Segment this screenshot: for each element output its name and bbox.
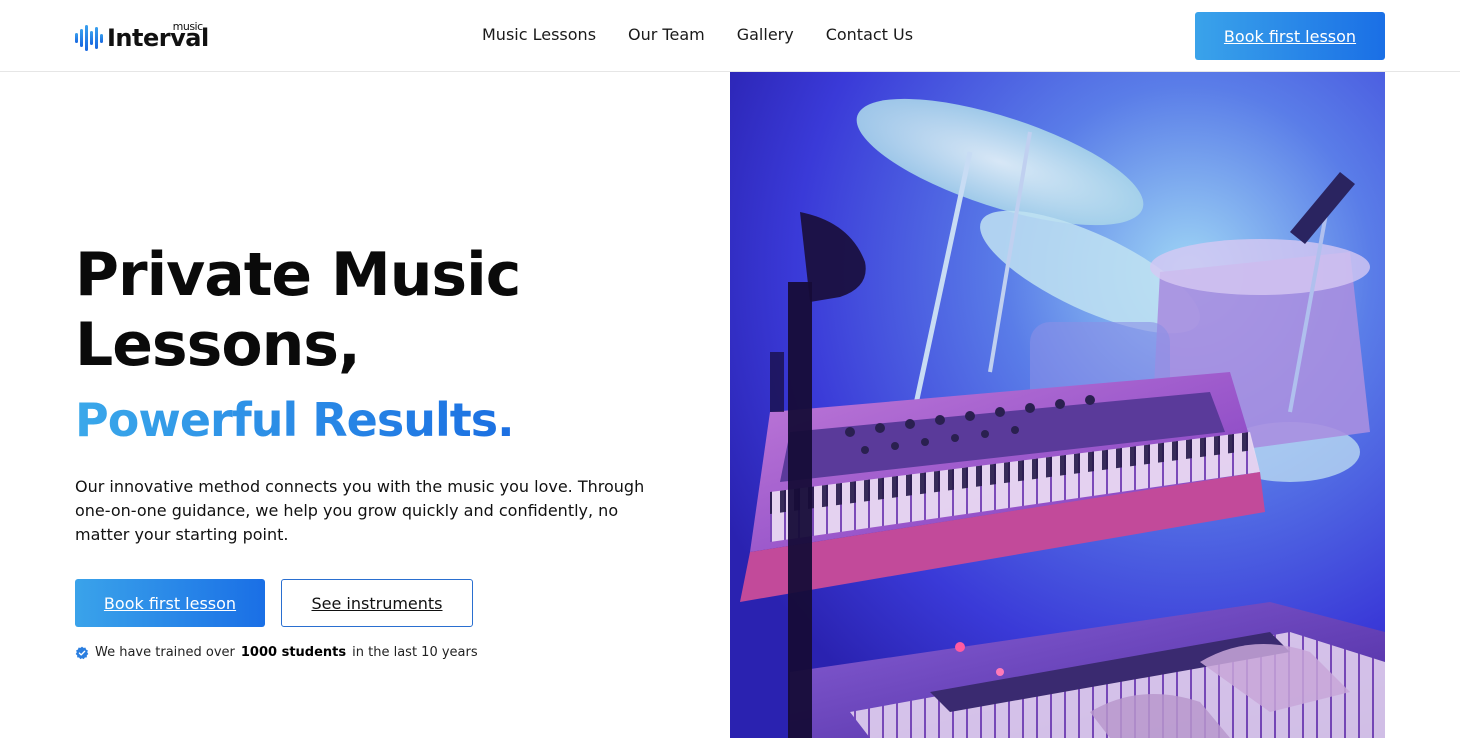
site-header: Interval music Music Lessons Our Team Ga…	[0, 0, 1460, 72]
see-instruments-button[interactable]: See instruments	[281, 579, 473, 627]
nav-contact-us[interactable]: Contact Us	[826, 24, 913, 46]
nav-music-lessons[interactable]: Music Lessons	[482, 24, 596, 46]
header-book-lesson-button[interactable]: Book first lesson	[1195, 12, 1385, 60]
nav-our-team[interactable]: Our Team	[628, 24, 705, 46]
brand-name: Interval music	[107, 20, 209, 52]
brand-superscript: music	[172, 20, 204, 33]
hero-description: Our innovative method connects you with …	[75, 477, 645, 544]
trust-prefix: We have trained over	[95, 645, 235, 660]
soundwave-icon	[75, 24, 103, 52]
trust-students-count: 1000 students	[240, 645, 347, 660]
stage-photo-illustration	[730, 72, 1385, 738]
nav-gallery[interactable]: Gallery	[737, 24, 794, 46]
verified-check-icon	[75, 646, 89, 659]
hero-title: Private Music Lessons,	[75, 240, 521, 380]
hero-book-lesson-button[interactable]: Book first lesson	[75, 579, 265, 627]
hero-accent-title: Powerful Results.	[75, 393, 515, 447]
trust-note: We have trained over 1000 students in th…	[75, 645, 478, 660]
trust-suffix: in the last 10 years	[352, 645, 478, 660]
hero-photo	[730, 72, 1385, 738]
main-nav: Music Lessons Our Team Gallery Contact U…	[482, 24, 913, 46]
brand-logo[interactable]: Interval music	[75, 18, 215, 52]
